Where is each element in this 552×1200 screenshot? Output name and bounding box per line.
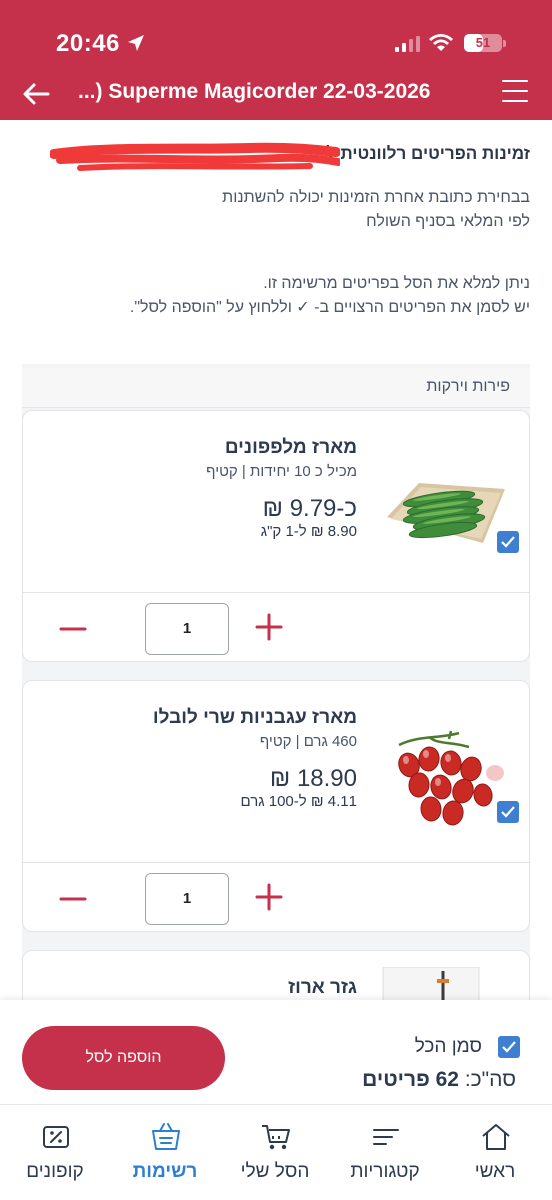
tab-categories[interactable]: קטגוריות <box>330 1105 440 1200</box>
location-arrow-icon <box>128 35 144 51</box>
select-all-label[interactable]: סמן הכל <box>415 1036 482 1058</box>
product-price: 18.90 ₪ <box>269 765 357 792</box>
product-card: מארז מלפפונים מכיל כ 10 יחידות | קטיף כ-… <box>22 410 530 662</box>
instructions-line2: יש לסמן את הפריטים הרצויים ב- ✓ וללחוץ ע… <box>129 299 530 316</box>
tab-lists-label: רשימות <box>132 1161 198 1182</box>
plus-icon[interactable] <box>255 613 283 641</box>
tab-coupons-label: קופונים <box>26 1161 84 1182</box>
nav-bar: ...) Superme Magicorder 22-03-2026 <box>0 72 552 116</box>
plus-icon[interactable] <box>255 883 283 911</box>
categories-icon <box>373 1129 399 1145</box>
tab-lists[interactable]: רשימות <box>110 1105 220 1200</box>
product-name[interactable]: מארז עגבניות שרי לובלו <box>153 707 357 729</box>
cellular-signal-icon <box>395 36 420 52</box>
battery-indicator: 51 <box>464 34 502 52</box>
redaction-scribble <box>50 142 340 171</box>
tab-cart-label: הסל שלי <box>240 1161 310 1182</box>
product-card: גזר ארוז <box>22 950 530 1000</box>
product-checkbox[interactable] <box>497 801 519 823</box>
total-label: סה"כ: <box>464 1068 516 1091</box>
product-info: מארז עגבניות שרי לובלו 460 גרם | קטיף 18… <box>23 681 529 863</box>
status-time: 20:46 <box>56 30 120 57</box>
tab-categories-label: קטגוריות <box>350 1161 420 1182</box>
availability-subtitle: בבחירת כתובת אחרת הזמינות יכולה להשתנות … <box>20 186 530 234</box>
availability-subtitle-line2: לפי המלאי בסניף השולח <box>366 213 530 230</box>
minus-icon[interactable] <box>59 615 87 643</box>
product-checkbox[interactable] <box>497 531 519 553</box>
home-icon <box>482 1124 510 1150</box>
quantity-stepper: 1 <box>23 863 529 933</box>
product-description: 460 גרם | קטיף <box>259 733 357 750</box>
bottom-tab-bar: ראשי קטגוריות הסל שלי רשימות קופונים <box>0 1104 552 1200</box>
bottom-action-bar: הוספה לסל סמן הכל סה"כ: 62 פריטים <box>0 1000 552 1104</box>
product-description: מכיל כ 10 יחידות | קטיף <box>206 463 357 480</box>
category-label: פירות וירקות <box>426 378 510 395</box>
product-info: מארז מלפפונים מכיל כ 10 יחידות | קטיף כ-… <box>23 411 529 593</box>
product-card: מארז עגבניות שרי לובלו 460 גרם | קטיף 18… <box>22 680 530 932</box>
battery-level: 51 <box>475 35 491 50</box>
battery-tip <box>503 40 506 47</box>
add-to-cart-button[interactable]: הוספה לסל <box>22 1026 225 1090</box>
tab-coupons[interactable]: קופונים <box>0 1105 110 1200</box>
tab-home-label: ראשי <box>474 1161 516 1182</box>
product-unit-price: 4.11 ₪ ל-100 גרם <box>240 793 358 810</box>
hamburger-menu-icon[interactable] <box>502 80 528 106</box>
tab-home[interactable]: ראשי <box>440 1105 550 1200</box>
quantity-input[interactable]: 1 <box>145 603 229 655</box>
total-value: 62 פריטים <box>362 1068 459 1091</box>
instructions: ניתן למלא את הסל בפריטים מרשימה זו. יש ל… <box>20 272 530 320</box>
quantity-stepper: 1 <box>23 593 529 663</box>
product-name[interactable]: מארז מלפפונים <box>225 437 357 459</box>
category-header: פירות וירקות <box>22 368 530 408</box>
main-content: זמינות הפריטים רלוונטית ל בבחירת כתובת א… <box>0 120 552 1000</box>
minus-icon[interactable] <box>59 885 87 913</box>
tab-cart[interactable]: הסל שלי <box>220 1105 330 1200</box>
back-arrow-icon[interactable] <box>20 78 52 110</box>
coupon-icon <box>43 1126 69 1148</box>
wifi-icon <box>429 34 453 51</box>
availability-subtitle-line1: בבחירת כתובת אחרת הזמינות יכולה להשתנות <box>222 189 530 206</box>
cart-icon <box>262 1125 290 1150</box>
page-title: ...) Superme Magicorder 22-03-2026 <box>78 80 431 103</box>
cherry-tomatoes-image[interactable] <box>379 725 509 835</box>
cucumbers-image[interactable] <box>379 455 509 565</box>
carrots-image[interactable] <box>379 967 509 1000</box>
select-all-checkbox[interactable] <box>498 1036 520 1058</box>
app-header: 20:46 51 ...) Superme Magicorder 22-03-2… <box>0 0 552 120</box>
instructions-line1: ניתן למלא את הסל בפריטים מרשימה זו. <box>263 275 530 292</box>
items-total: סה"כ: 62 פריטים <box>362 1068 516 1092</box>
quantity-input[interactable]: 1 <box>145 873 229 925</box>
list-basket-icon <box>152 1123 180 1150</box>
product-unit-price: 8.90 ₪ ל-1 ק"ג <box>260 523 357 540</box>
product-price: כ-9.79 ₪ <box>262 495 357 522</box>
product-name[interactable]: גזר ארוז <box>288 977 357 999</box>
